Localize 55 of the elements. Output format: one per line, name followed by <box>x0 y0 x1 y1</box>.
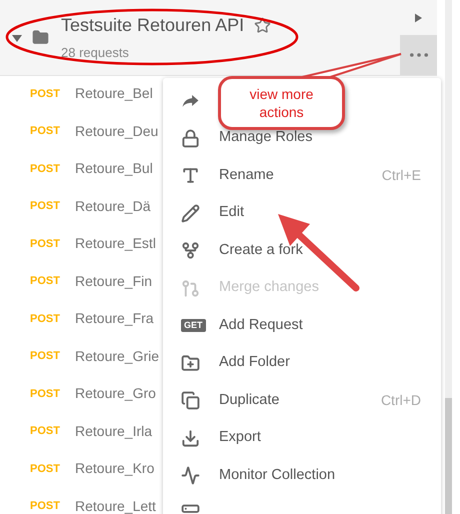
method-label: POST <box>30 349 61 364</box>
shortcut-text: Ctrl+E <box>382 166 421 186</box>
folder-plus-icon <box>181 354 200 373</box>
play-icon[interactable] <box>415 12 422 22</box>
download-icon <box>181 428 200 448</box>
caret-icon[interactable] <box>12 32 22 42</box>
folder-icon <box>32 29 49 46</box>
request-name: Retoure_Dä <box>75 196 150 216</box>
more-icon <box>410 53 428 57</box>
copy-icon <box>181 391 200 410</box>
scrollbar[interactable] <box>445 0 452 514</box>
method-label: POST <box>30 462 61 476</box>
method-label: POST <box>30 86 61 102</box>
request-name: Retoure_Gro <box>75 384 156 404</box>
method-label: POST <box>30 124 61 139</box>
request-name: Retoure_Bul <box>75 159 153 178</box>
request-name: Retoure_Fin <box>75 272 152 291</box>
method-badge: GET <box>181 319 206 332</box>
method-label: POST <box>30 199 61 214</box>
menu-item[interactable]: Duplicate Ctrl+D <box>163 382 441 420</box>
menu-item[interactable]: Create a fork <box>163 232 441 270</box>
menu-item[interactable]: Edit <box>163 194 441 232</box>
menu-item[interactable]: Manage Roles <box>163 120 441 157</box>
menu-item[interactable]: Monitor Collection <box>163 457 441 494</box>
star-icon[interactable] <box>254 17 272 34</box>
request-name: Retoure_Bel <box>75 84 153 104</box>
method-label: POST <box>30 312 61 326</box>
method-label: POST <box>30 499 61 514</box>
method-label: POST <box>30 274 61 289</box>
menu-item[interactable]: Export <box>163 420 441 457</box>
request-name: Retoure_Irla <box>75 422 152 441</box>
method-label: POST <box>30 386 61 402</box>
pencil-icon <box>181 204 200 223</box>
text-icon <box>181 166 200 186</box>
method-label: POST <box>30 236 61 252</box>
request-name: Retoure_Estl <box>75 234 156 254</box>
shortcut-text: Ctrl+D <box>380 391 421 410</box>
request-count: 28 requests <box>61 44 130 62</box>
method-label: POST <box>30 162 61 176</box>
request-name: Retoure_Kro <box>75 459 154 478</box>
collection-title: Testsuite Retouren API <box>61 14 244 38</box>
menu-item[interactable]: Rename Ctrl+E <box>163 157 441 194</box>
request-name: Retoure_Deu <box>75 122 158 141</box>
callout-text: view more actions <box>248 85 314 121</box>
menu-item[interactable]: Add Folder <box>163 344 441 382</box>
fork-icon <box>181 241 200 260</box>
menu-item[interactable]: GET Add Request <box>163 307 441 344</box>
collection-header[interactable]: Testsuite Retouren API 28 requests <box>0 0 437 76</box>
request-name: Retoure_Fra <box>75 309 154 328</box>
request-name: Retoure_Grie <box>75 346 160 366</box>
request-name: Retoure_Lett <box>75 496 156 514</box>
method-label: POST <box>30 424 61 439</box>
pulse-icon <box>181 466 200 486</box>
lock-icon <box>181 128 200 148</box>
merge-icon <box>181 278 200 298</box>
